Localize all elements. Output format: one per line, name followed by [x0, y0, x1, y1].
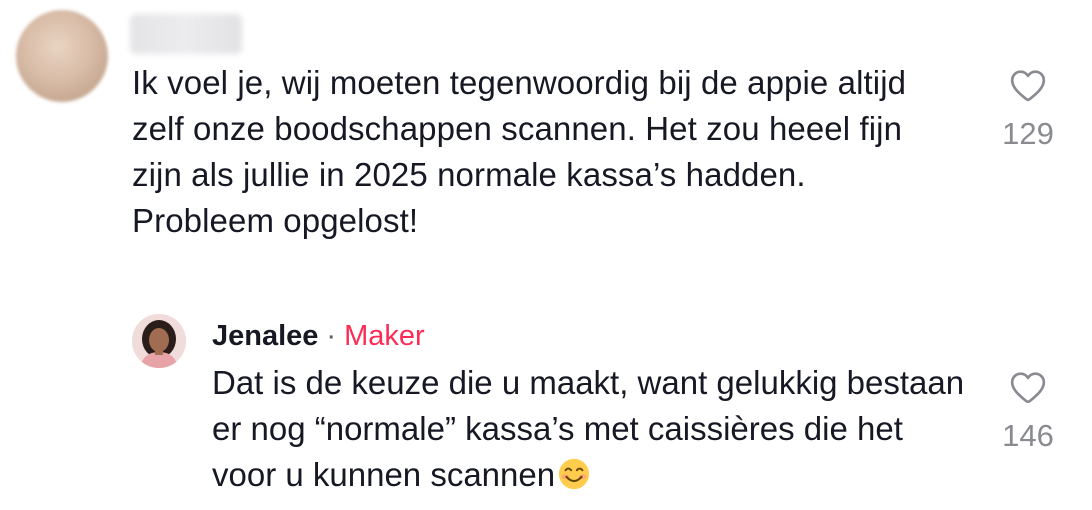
avatar[interactable] — [16, 10, 108, 102]
smiling-face-emoji-icon — [558, 458, 590, 490]
reply-item: Jenalee · Maker Dat is de keuze die u maak… — [0, 300, 1092, 510]
reply-header: Jenalee · Maker — [212, 318, 425, 354]
like-count: 129 — [1002, 116, 1054, 151]
creator-avatar-image — [132, 314, 186, 368]
like-count: 146 — [1002, 418, 1054, 453]
reply-author[interactable]: Jenalee — [212, 320, 318, 352]
comment-item: Ik voel je, wij moeten tegenwoordig bij … — [0, 0, 1092, 280]
heart-outline-icon[interactable] — [1007, 66, 1049, 106]
like-button[interactable]: 146 — [988, 368, 1068, 454]
reply-text: Dat is de keuze die u maakt, want gelukk… — [212, 360, 972, 498]
creator-avatar[interactable] — [132, 314, 186, 368]
username-blurred[interactable] — [130, 14, 242, 54]
separator-dot: · — [326, 320, 337, 352]
like-button[interactable]: 129 — [988, 66, 1068, 152]
comment-text: Ik voel je, wij moeten tegenwoordig bij … — [132, 64, 907, 239]
creator-badge: Maker — [344, 320, 425, 352]
heart-outline-icon[interactable] — [1007, 368, 1049, 408]
